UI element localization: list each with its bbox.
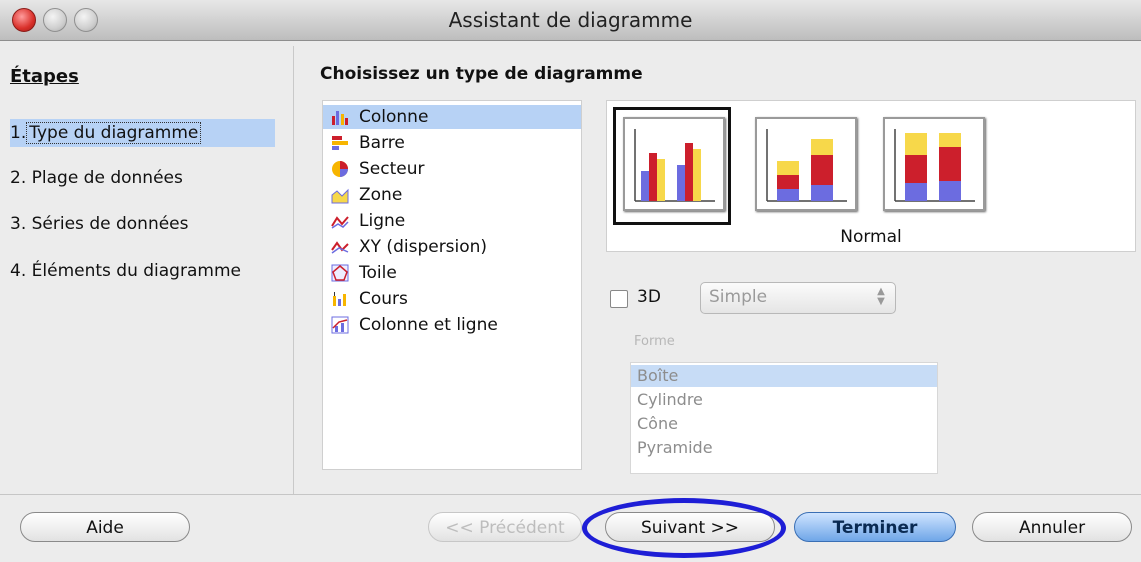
variant-stacked[interactable] [745, 107, 863, 225]
step-label: Plage de données [31, 168, 183, 188]
area-chart-icon [331, 188, 349, 204]
three-d-style-value: Simple [709, 287, 768, 307]
percent-stacked-column-icon [894, 129, 975, 202]
three-d-label: 3D [637, 287, 661, 307]
three-d-style-select[interactable]: Simple ▲ ▼ [700, 282, 896, 314]
chart-variant-panel: Normal [606, 100, 1136, 252]
net-chart-icon [331, 264, 349, 282]
bar-chart-icon [332, 136, 348, 150]
pie-chart-icon [332, 161, 348, 177]
chart-type-label: Ligne [359, 211, 406, 231]
chart-type-label: Barre [359, 133, 405, 153]
chart-type-bar[interactable]: Barre [323, 131, 581, 155]
chart-type-label: Colonne [359, 107, 429, 127]
chart-type-area[interactable]: Zone [323, 183, 581, 207]
shape-item-pyramid[interactable]: Pyramide [631, 437, 937, 459]
footer-divider [0, 494, 1141, 495]
chart-type-label: Cours [359, 289, 408, 309]
stock-chart-icon [333, 292, 346, 306]
steps-heading: Étapes [10, 66, 79, 87]
chart-type-label: Zone [359, 185, 403, 205]
shape-label: Forme [634, 334, 675, 349]
chart-type-stock[interactable]: Cours [323, 287, 581, 311]
step-data-range[interactable]: 2. Plage de données [10, 164, 183, 192]
chart-type-label: XY (dispersion) [359, 237, 488, 257]
three-d-checkbox[interactable] [610, 290, 628, 308]
variant-normal[interactable] [613, 107, 731, 225]
shape-item-cylinder[interactable]: Cylindre [631, 389, 937, 411]
line-chart-icon [331, 216, 349, 229]
step-chart-elements[interactable]: 4. Éléments du diagramme [10, 257, 241, 285]
up-down-arrows-icon: ▲ ▼ [877, 286, 885, 307]
step-label: Type du diagramme [26, 122, 202, 144]
column-line-chart-icon [331, 316, 349, 334]
chart-type-heading: Choisissez un type de diagramme [320, 64, 643, 84]
chart-type-pie[interactable]: Secteur [323, 157, 581, 181]
step-number: 3. [10, 214, 27, 234]
chart-type-label: Toile [359, 263, 397, 283]
next-button[interactable]: Suivant >> [605, 512, 775, 542]
chart-type-net[interactable]: Toile [323, 261, 581, 285]
chart-type-xy-scatter[interactable]: XY (dispersion) [323, 235, 581, 259]
chart-type-column[interactable]: Colonne [323, 105, 581, 129]
step-number: 2. [10, 168, 27, 188]
scatter-chart-icon [331, 241, 349, 254]
variant-name-label: Normal [840, 227, 902, 247]
shape-item-cone[interactable]: Cône [631, 413, 937, 435]
finish-button[interactable]: Terminer [794, 512, 956, 542]
column-chart-icon [332, 111, 348, 125]
variant-percent-stacked[interactable] [873, 107, 991, 225]
step-label: Séries de données [31, 214, 189, 234]
window-title: Assistant de diagramme [448, 8, 693, 32]
chart-type-line[interactable]: Ligne [323, 209, 581, 233]
shape-item-box[interactable]: Boîte [631, 365, 937, 387]
step-number: 4. [10, 261, 27, 281]
previous-button[interactable]: << Précédent [428, 512, 582, 542]
normal-column-icon [634, 129, 715, 202]
help-button[interactable]: Aide [20, 512, 190, 542]
stacked-column-icon [766, 129, 847, 202]
step-label: Éléments du diagramme [31, 261, 241, 281]
panel-divider [293, 46, 294, 494]
chart-type-list[interactable]: Colonne Barre Secteur Zone Ligne XY (dis… [322, 100, 582, 470]
cancel-button[interactable]: Annuler [972, 512, 1132, 542]
title-bar: Assistant de diagramme [0, 0, 1141, 41]
step-data-series[interactable]: 3. Séries de données [10, 210, 189, 238]
chart-type-label: Colonne et ligne [359, 315, 498, 335]
step-number: 1. [10, 123, 27, 143]
shape-list[interactable]: Boîte Cylindre Cône Pyramide [630, 362, 938, 474]
chart-type-label: Secteur [359, 159, 425, 179]
chart-type-column-and-line[interactable]: Colonne et ligne [323, 313, 581, 337]
step-chart-type[interactable]: 1. Type du diagramme [10, 119, 275, 147]
